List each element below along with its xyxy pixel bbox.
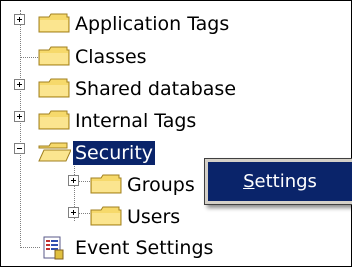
tree-item-label: Security: [71, 140, 157, 166]
collapse-icon[interactable]: [14, 143, 25, 154]
tree-item-label: Users: [127, 206, 181, 228]
expand-icon[interactable]: [14, 79, 25, 90]
folder-icon: [38, 13, 70, 33]
expand-icon[interactable]: [68, 207, 79, 218]
tree-item-label: Groups: [127, 174, 195, 196]
event-settings-icon: [43, 236, 64, 260]
menu-item-accelerator: S: [243, 171, 255, 192]
expand-icon[interactable]: [14, 14, 25, 25]
folder-icon: [90, 206, 122, 226]
tree-item-users[interactable]: Users: [1, 202, 341, 232]
tree-item-label: Shared database: [75, 78, 237, 100]
menu-item-label-rest: ettings: [254, 171, 317, 192]
tree-item-internal-tags[interactable]: Internal Tags: [1, 106, 341, 136]
folder-icon: [38, 110, 70, 130]
tree-item-label: Internal Tags: [75, 110, 197, 132]
folder-icon: [38, 78, 70, 98]
expand-icon[interactable]: [68, 175, 79, 186]
context-menu: Settings: [204, 158, 352, 205]
menu-item-label: Settings: [243, 171, 317, 192]
folder-open-icon: [38, 142, 71, 162]
tree-item-application-tags[interactable]: Application Tags: [1, 9, 341, 39]
tree-view[interactable]: Application Tags Classes Shared database…: [0, 0, 352, 267]
menu-item-settings[interactable]: Settings: [208, 162, 352, 201]
tree-item-event-settings[interactable]: Event Settings: [1, 234, 341, 264]
folder-icon: [38, 46, 70, 66]
tree-item-label: Application Tags: [75, 13, 230, 35]
tree-item-classes[interactable]: Classes: [1, 42, 341, 72]
expand-icon[interactable]: [14, 111, 25, 122]
tree-item-shared-database[interactable]: Shared database: [1, 74, 341, 104]
folder-icon: [90, 174, 122, 194]
tree-item-label: Classes: [75, 46, 147, 68]
tree-item-label: Event Settings: [75, 237, 214, 259]
